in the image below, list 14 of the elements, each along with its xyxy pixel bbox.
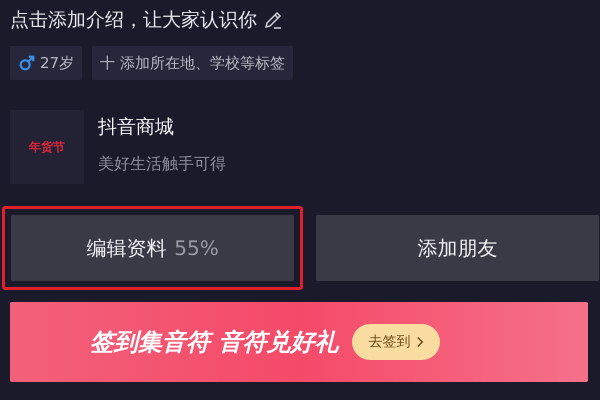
- check-in-button[interactable]: 去签到: [352, 324, 440, 360]
- intro-text[interactable]: 点击添加介绍，让大家认识你: [10, 7, 257, 33]
- store-slogan: 美好生活触手可得: [98, 154, 226, 175]
- logo-text: 年货节: [29, 138, 65, 156]
- check-in-banner[interactable]: 签到集音符 音符兑好礼 去签到: [10, 302, 588, 382]
- pencil-icon[interactable]: [263, 10, 283, 30]
- add-friend-button[interactable]: 添加朋友: [316, 215, 599, 281]
- store-name[interactable]: 抖音商城: [98, 114, 226, 140]
- add-tag-button[interactable]: 十 添加所在地、学校等标签: [92, 46, 293, 80]
- age-text: 27岁: [40, 54, 74, 72]
- chevron-icon: [416, 336, 424, 348]
- edit-profile-button[interactable]: 编辑资料 55%: [11, 215, 294, 281]
- banner-title: 签到集音符 音符兑好礼: [90, 327, 338, 358]
- male-icon: [18, 54, 36, 72]
